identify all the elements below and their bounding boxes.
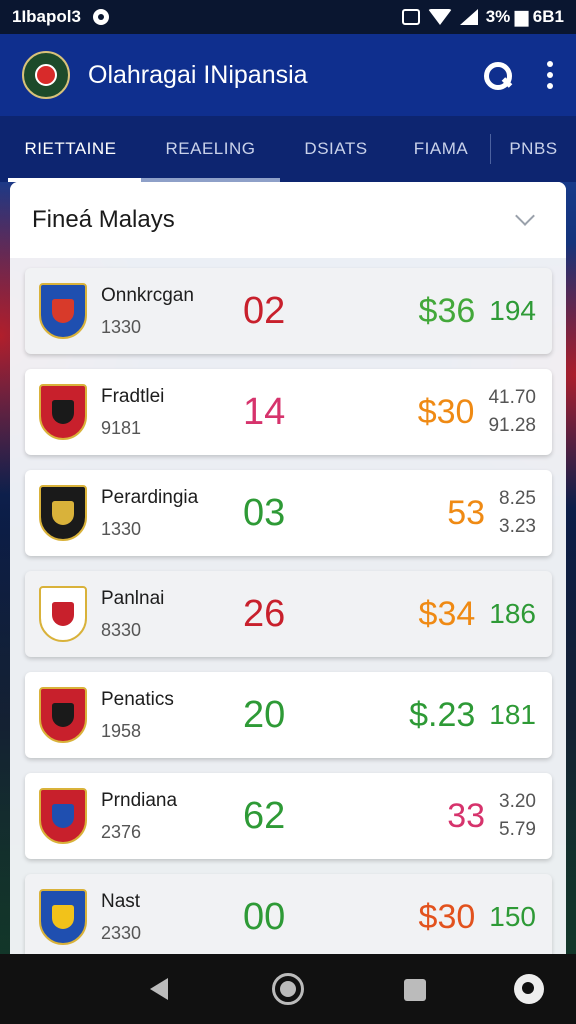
odds-value: 91.28: [488, 415, 536, 436]
league-panel: Fineá Malays Onnkrcgan 1330 02 $36 194 Fradtl…: [10, 182, 566, 954]
app-title: Olahragai INipansia: [88, 60, 308, 89]
tab-label: REAELING: [165, 139, 256, 158]
notification-icon: [92, 9, 109, 25]
team-code: 2330: [101, 922, 142, 943]
tab-label: FIAMA: [413, 139, 469, 158]
tab-1[interactable]: REAELING: [141, 116, 280, 182]
team-code: 8330: [101, 619, 142, 640]
team-price: 33: [447, 796, 486, 835]
team-row[interactable]: Panlnai 8330 26 $34 186: [25, 571, 552, 657]
navigation-bar: [0, 954, 576, 1024]
team-score: 03: [243, 491, 286, 534]
team-price: $30: [418, 897, 476, 936]
odds-value: 3.20: [499, 791, 536, 812]
team-row[interactable]: Prndiana 2376 62 33 3.20 5.79: [25, 773, 552, 859]
team-row[interactable]: Fradtlei 9181 14 $30 41.70 91.28: [25, 369, 552, 455]
team-stat: 186: [489, 598, 536, 629]
home-icon[interactable]: [272, 973, 304, 1005]
team-stat: 150: [489, 901, 536, 932]
team-code: 1958: [101, 720, 142, 741]
team-name: Panlnai: [101, 587, 165, 609]
team-stat: 194: [489, 295, 536, 326]
team-code: 9181: [101, 417, 142, 438]
odds-value: 3.23: [499, 516, 536, 537]
team-crest-icon: [39, 687, 87, 743]
team-stat: 181: [489, 699, 536, 730]
team-name: Onnkrcgan: [101, 284, 194, 306]
tab-label: DSIATS: [304, 139, 368, 158]
team-crest-icon: [39, 586, 87, 642]
team-name: Penatics: [101, 688, 174, 710]
team-odds: 8.25 3.23: [499, 485, 536, 541]
team-score: 02: [243, 289, 286, 332]
team-score: 20: [243, 693, 286, 736]
team-price: $34: [418, 594, 476, 633]
team-odds: 41.70 91.28: [488, 384, 536, 440]
team-crest-icon: [39, 283, 87, 339]
team-price: $36: [418, 291, 476, 330]
tab-2[interactable]: DSIATS: [280, 116, 392, 182]
odds-value: 8.25: [499, 488, 536, 509]
team-code: 2376: [101, 821, 142, 842]
team-price: $.23: [409, 695, 476, 734]
panel-title: Fineá Malays: [32, 206, 175, 233]
back-icon[interactable]: [150, 978, 168, 1000]
team-crest-icon: [39, 788, 87, 844]
team-row[interactable]: Perardingia 1330 03 53 8.25 3.23: [25, 470, 552, 556]
team-row[interactable]: Nast 2330 00 $30 150: [25, 874, 552, 954]
team-crest-icon: [39, 384, 87, 440]
battery-text: 3% ▆ 6B1: [485, 7, 564, 26]
team-name: Prndiana: [101, 789, 178, 811]
wifi-icon: [427, 9, 452, 25]
team-score: 62: [243, 794, 286, 837]
search-icon[interactable]: [482, 60, 512, 90]
team-code: 1330: [101, 316, 142, 337]
team-crest-icon: [39, 889, 87, 945]
team-score: 14: [243, 390, 286, 433]
tab-4[interactable]: PNBS: [491, 116, 576, 182]
tab-label: PNBS: [509, 139, 558, 158]
tab-3[interactable]: FIAMA: [392, 116, 490, 182]
assistant-icon[interactable]: [514, 974, 544, 1004]
status-bar: 1Ibapol3 3% ▆ 6B1: [0, 0, 576, 34]
status-time: 1Ibapol3: [12, 7, 81, 26]
more-options-icon[interactable]: [546, 61, 554, 89]
tab-0[interactable]: RIETTAINE: [0, 116, 141, 182]
team-list: Onnkrcgan 1330 02 $36 194 Fradtlei 9181 14 $30 41…: [10, 258, 566, 954]
panel-header[interactable]: Fineá Malays: [10, 182, 566, 258]
tab-label: RIETTAINE: [24, 139, 117, 158]
team-score: 26: [243, 592, 286, 635]
screenshot-icon: [401, 9, 420, 25]
app-bar: Olahragai INipansia: [0, 34, 576, 116]
team-crest-icon: [39, 485, 87, 541]
team-price: $30: [417, 392, 475, 431]
tab-bar: RIETTAINE REAELING DSIATS FIAMA PNBS: [0, 116, 576, 182]
signal-icon: [459, 9, 478, 25]
odds-value: 41.70: [488, 387, 536, 408]
team-code: 1330: [101, 518, 142, 539]
team-odds: 3.20 5.79: [499, 788, 536, 844]
team-row[interactable]: Onnkrcgan 1330 02 $36 194: [25, 268, 552, 354]
team-name: Perardingia: [101, 486, 199, 508]
recents-icon[interactable]: [404, 979, 426, 1001]
team-price: 53: [447, 493, 486, 532]
chevron-down-icon[interactable]: [515, 206, 535, 226]
team-row[interactable]: Penatics 1958 20 $.23 181: [25, 672, 552, 758]
app-logo: [22, 51, 70, 99]
odds-value: 5.79: [499, 819, 536, 840]
team-name: Fradtlei: [101, 385, 165, 407]
team-score: 00: [243, 895, 286, 938]
team-name: Nast: [101, 890, 141, 912]
